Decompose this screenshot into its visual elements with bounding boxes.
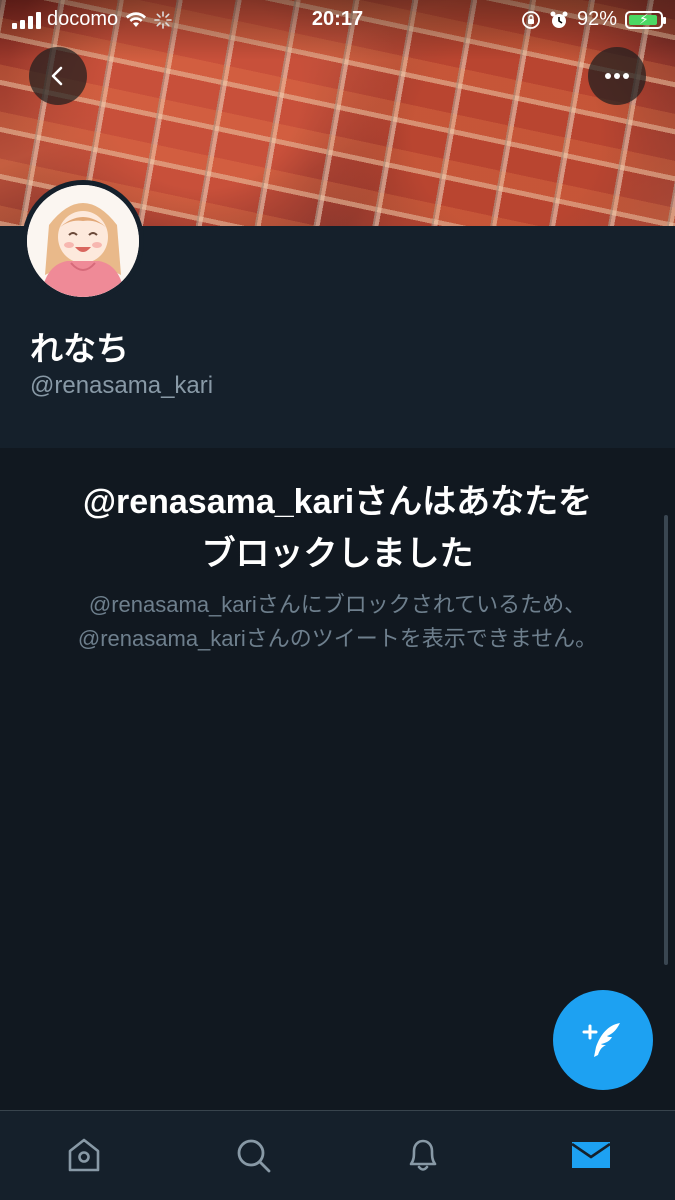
profile-handle: @renasama_kari [30, 372, 214, 399]
battery-icon: ⚡ [625, 10, 666, 29]
rotation-lock-icon [522, 10, 540, 29]
search-icon [237, 1139, 271, 1173]
tab-home[interactable] [62, 1133, 106, 1177]
blocked-description-line-1: @renasama_kariさんにブロックされているため、 [88, 592, 587, 617]
more-horizontal-icon [605, 73, 629, 79]
scrollbar[interactable] [664, 515, 668, 965]
blocked-title-line-2: ブロックしました [201, 535, 474, 573]
tab-search[interactable] [231, 1133, 275, 1177]
tab-messages[interactable] [569, 1133, 613, 1177]
tab-notifications[interactable] [401, 1133, 445, 1177]
status-bar: docomo 20:17 92% ⚡ [0, 0, 675, 38]
bottom-tab-bar [0, 1110, 675, 1200]
more-options-button[interactable] [588, 47, 646, 105]
compose-tweet-button[interactable] [553, 990, 653, 1090]
blocked-title-line-1: @renasama_kariさんはあなたを [82, 483, 593, 521]
back-button[interactable] [29, 47, 87, 105]
alarm-icon [550, 11, 568, 28]
blocked-description-line-2: @renasama_kariさんのツイートを表示できません。 [77, 626, 598, 651]
home-icon [68, 1138, 100, 1172]
status-bar-right: 92% ⚡ [521, 8, 666, 31]
chevron-left-icon [51, 66, 63, 86]
avatar-image [27, 185, 139, 297]
avatar[interactable] [22, 180, 144, 302]
compose-tweet-icon [582, 1023, 620, 1057]
bell-icon [409, 1139, 437, 1171]
profile-display-name: れなち [30, 330, 129, 367]
blocked-title: @renasama_kariさんはあなたを ブロックしました [0, 476, 675, 580]
battery-percentage: 92% [576, 8, 617, 30]
mail-icon [571, 1142, 611, 1168]
blocked-description: @renasama_kariさんにブロックされているため、 @renasama_… [0, 588, 675, 656]
